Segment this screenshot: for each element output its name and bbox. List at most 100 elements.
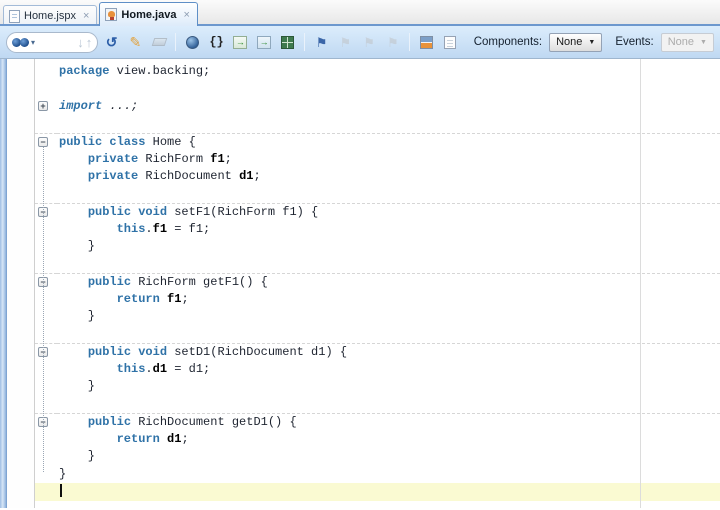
code-token (160, 292, 167, 306)
code-token: public (88, 415, 131, 429)
match-braces-button[interactable]: {} (206, 31, 227, 53)
code-line[interactable] (57, 256, 720, 274)
code-token: f1 (167, 292, 181, 306)
code-token: } (59, 449, 95, 463)
code-token: return (117, 292, 160, 306)
fold-margin-row (35, 291, 57, 309)
highlight-button[interactable]: ✎ (125, 31, 146, 53)
fold-margin-row: − (35, 413, 57, 431)
code-line[interactable]: } (57, 466, 720, 484)
code-line[interactable]: public RichForm getF1() { (57, 273, 720, 291)
stack-view-button[interactable] (416, 31, 437, 53)
code-line[interactable]: this.d1 = d1; (57, 361, 720, 379)
code-line[interactable]: } (57, 238, 720, 256)
code-token: setD1(RichDocument d1) { (167, 345, 347, 359)
code-token (59, 415, 88, 429)
fold-scope-line (43, 427, 44, 454)
toggle-bookmark-button[interactable]: ⚑ (311, 31, 332, 53)
tab-home-jspx[interactable]: Home.jspx × (3, 5, 97, 26)
code-line[interactable] (57, 116, 720, 134)
code-line[interactable]: import ...; (57, 98, 720, 116)
fold-margin-row: − (35, 133, 57, 151)
find-field-group: ▾ ↓ ↑ (6, 32, 98, 53)
find-previous-icon[interactable]: ↑ (86, 36, 93, 49)
braces-icon: {} (209, 35, 223, 49)
components-label: Components: (474, 36, 542, 48)
code-token: } (59, 239, 95, 253)
code-line[interactable] (57, 326, 720, 344)
code-line[interactable]: this.f1 = f1; (57, 221, 720, 239)
fold-margin-row (35, 81, 57, 99)
code-line[interactable]: public class Home { (57, 133, 720, 151)
reformat-button[interactable] (182, 31, 203, 53)
code-line[interactable]: public void setD1(RichDocument d1) { (57, 343, 720, 361)
eraser-icon (151, 38, 167, 46)
toggle-code-folding-button[interactable] (277, 31, 298, 53)
toolbar-separator (304, 33, 305, 51)
events-label: Events: (615, 36, 653, 48)
right-margin-guide (640, 59, 641, 508)
clear-highlight-button[interactable] (149, 31, 170, 53)
fold-margin-row (35, 396, 57, 414)
code-line[interactable]: return d1; (57, 431, 720, 449)
clear-bookmarks-icon: ⚑ (387, 36, 399, 49)
code-line[interactable] (57, 396, 720, 414)
code-line[interactable]: return f1; (57, 291, 720, 309)
code-token: package (59, 64, 109, 78)
collapse-fold-icon[interactable]: − (38, 137, 48, 147)
fold-margin-row: − (35, 343, 57, 361)
code-line[interactable]: public void setF1(RichForm f1) { (57, 203, 720, 221)
code-token: public void (88, 205, 167, 219)
code-token: private (88, 169, 138, 183)
code-token: f1 (210, 152, 224, 166)
code-line[interactable]: } (57, 448, 720, 466)
code-lines[interactable]: package view.backing; import ...; public c… (57, 59, 720, 508)
fold-margin-row (35, 326, 57, 344)
find-input[interactable] (37, 36, 75, 48)
code-token: d1 (167, 432, 181, 446)
code-line[interactable] (57, 483, 720, 501)
code-token: view.backing; (109, 64, 210, 78)
clear-bookmarks-button[interactable]: ⚑ (382, 31, 403, 53)
code-line[interactable]: } (57, 378, 720, 396)
code-line[interactable]: private RichDocument d1; (57, 168, 720, 186)
fold-margin-row (35, 116, 57, 134)
code-token: } (59, 467, 66, 481)
binoculars-search-icon[interactable] (12, 38, 29, 47)
tab-home-java[interactable]: Home.java × (99, 2, 197, 26)
find-next-icon[interactable]: ↓ (77, 36, 84, 49)
go-to-last-edit-button[interactable]: ↺ (101, 31, 122, 53)
code-token: . (145, 362, 152, 376)
previous-bookmark-button[interactable]: ⚑ (359, 31, 380, 53)
editor-tab-bar: Home.jspx × Home.java × (0, 0, 720, 26)
jspx-file-icon (9, 10, 20, 23)
code-line[interactable] (57, 186, 720, 204)
code-line[interactable]: } (57, 308, 720, 326)
code-token (59, 222, 117, 236)
components-dropdown[interactable]: None ▼ (549, 33, 602, 52)
code-line[interactable]: private RichForm f1; (57, 151, 720, 169)
close-icon[interactable]: × (83, 11, 89, 21)
events-dropdown[interactable]: None ▼ (661, 33, 714, 52)
next-bookmark-button[interactable]: ⚑ (335, 31, 356, 53)
surround-with-button[interactable]: → (230, 31, 251, 53)
close-icon[interactable]: × (183, 10, 189, 20)
code-editor: +−−−−− package view.backing;import ...;p… (0, 59, 720, 508)
fold-margin-row (35, 308, 57, 326)
search-options-caret-icon[interactable]: ▾ (31, 38, 35, 47)
code-token: setF1(RichForm f1) { (167, 205, 318, 219)
fold-scope-line (43, 287, 44, 314)
last-edit-icon: ↺ (106, 34, 118, 51)
source-editor-toolbar: ▾ ↓ ↑ ↺ ✎ {} → → ⚑ ⚑ ⚑ ⚑ Components: Non… (0, 26, 720, 59)
complete-statement-button[interactable]: → (254, 31, 275, 53)
expand-fold-icon[interactable]: + (38, 101, 48, 111)
code-line[interactable] (57, 81, 720, 99)
code-token (59, 152, 88, 166)
code-token: . (145, 222, 152, 236)
new-snippet-button[interactable] (440, 31, 461, 53)
chevron-down-icon: ▼ (700, 39, 707, 46)
code-token: RichDocument (138, 169, 239, 183)
code-line[interactable]: public RichDocument getD1() { (57, 413, 720, 431)
code-token: ; (181, 292, 188, 306)
code-line[interactable]: package view.backing; (57, 63, 720, 81)
